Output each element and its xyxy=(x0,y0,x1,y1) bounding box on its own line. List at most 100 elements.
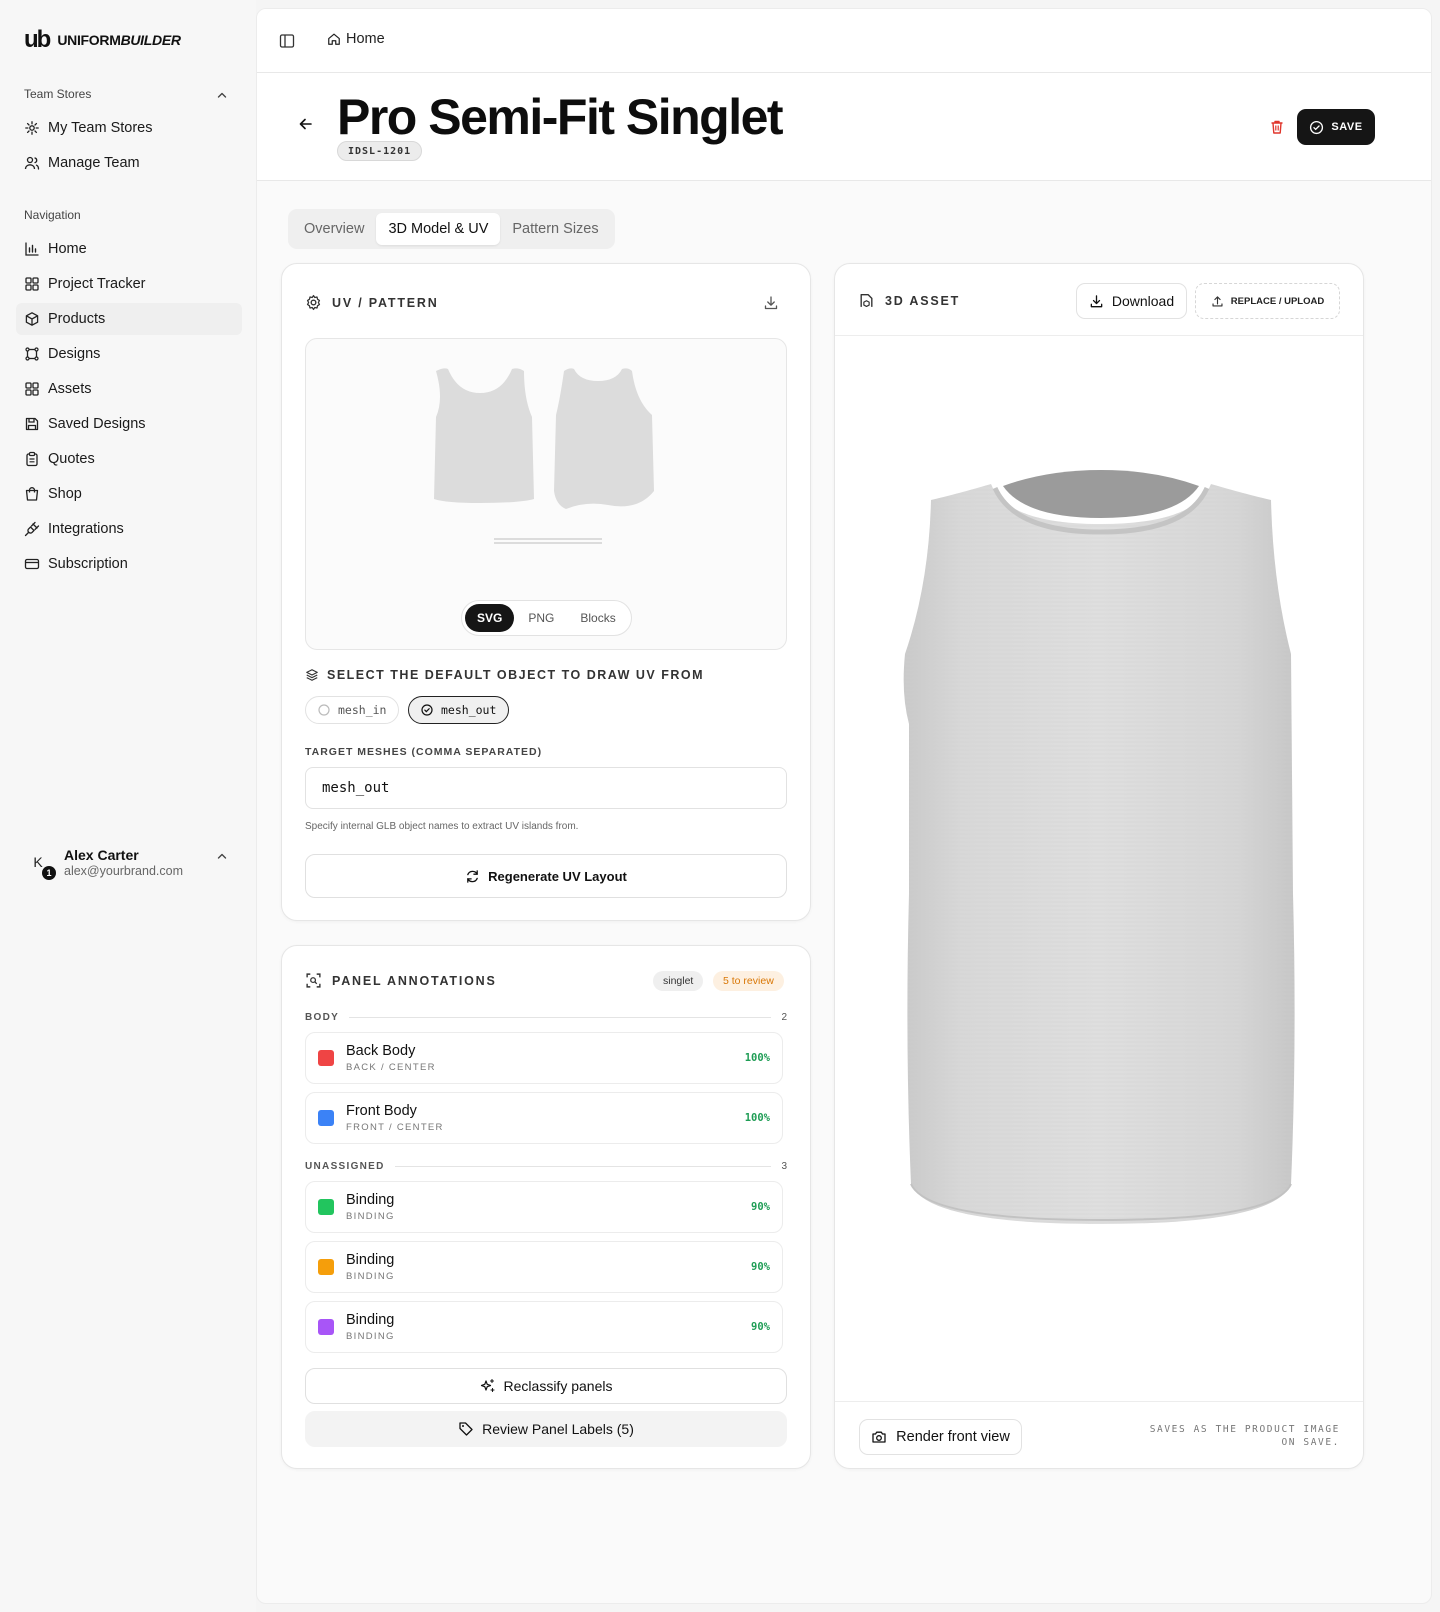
user-info: Alex Carter alex@yourbrand.com xyxy=(64,847,183,878)
sidebar-item-project-tracker[interactable]: Project Tracker xyxy=(16,268,242,300)
review-panel-labels-button[interactable]: Review Panel Labels (5) xyxy=(305,1411,787,1447)
download-icon xyxy=(1090,294,1103,307)
sidebar-item-designs[interactable]: Designs xyxy=(16,338,242,370)
annotation-placement: BINDING xyxy=(346,1211,395,1222)
sidebar-item-label: Designs xyxy=(48,346,101,362)
annotation-placement: BINDING xyxy=(346,1271,395,1282)
sidebar-item-my-team-stores[interactable]: My Team Stores xyxy=(16,112,242,144)
sidebar-item-manage-team[interactable]: Manage Team xyxy=(16,147,242,179)
reclassify-panels-button[interactable]: Reclassify panels xyxy=(305,1368,787,1404)
annotation-confidence: 90% xyxy=(751,1321,770,1333)
avatar-initial: K xyxy=(33,854,43,870)
color-swatch xyxy=(318,1199,334,1215)
save-icon xyxy=(25,417,39,431)
format-svg[interactable]: SVG xyxy=(465,604,515,632)
breadcrumb[interactable]: Home xyxy=(327,31,385,47)
annotation-confidence: 90% xyxy=(751,1201,770,1213)
sidebar-item-label: Manage Team xyxy=(48,155,140,171)
render-front-view-button[interactable]: Render front view xyxy=(859,1419,1022,1455)
refresh-icon xyxy=(467,869,478,883)
annotation-row[interactable]: Binding BINDING 90% xyxy=(305,1301,783,1353)
mesh-option-out[interactable]: mesh_out xyxy=(408,696,510,724)
upload-icon xyxy=(1212,295,1223,307)
3d-asset-footer: Render front view SAVES AS THE PRODUCT I… xyxy=(835,1401,1363,1468)
top-bar: Home xyxy=(257,9,1431,73)
breadcrumb-home: Home xyxy=(346,31,385,47)
download-button[interactable]: Download xyxy=(1076,283,1187,319)
sidebar-item-label: Assets xyxy=(48,381,92,397)
navigation-label: Navigation xyxy=(24,208,81,222)
sidebar-item-integrations[interactable]: Integrations xyxy=(16,513,242,545)
color-swatch xyxy=(318,1050,334,1066)
format-png[interactable]: PNG xyxy=(516,604,566,632)
format-blocks[interactable]: Blocks xyxy=(568,604,627,632)
main-panel: Home Pro Semi-Fit Singlet IDSL-1201 SAVE… xyxy=(256,8,1432,1604)
color-swatch xyxy=(318,1259,334,1275)
user-menu[interactable]: K 1 Alex Carter alex@yourbrand.com xyxy=(24,840,234,884)
annotation-name: Binding xyxy=(346,1252,395,1268)
select-object-label: SELECT THE DEFAULT OBJECT TO DRAW UV FRO… xyxy=(305,668,704,682)
render-note: SAVES AS THE PRODUCT IMAGE ON SAVE. xyxy=(1149,1424,1340,1448)
annotation-row[interactable]: Front Body FRONT / CENTER 100% xyxy=(305,1092,783,1144)
annotation-row[interactable]: Binding BINDING 90% xyxy=(305,1241,783,1293)
group-count: 3 xyxy=(781,1160,787,1172)
brand-logo[interactable]: ub UNIFORMBUILDER xyxy=(24,28,181,52)
brand-name-italic: BUILDER xyxy=(120,32,181,48)
check-circle-icon xyxy=(1310,120,1324,134)
group-name: UNASSIGNED xyxy=(305,1160,385,1172)
target-meshes-input[interactable]: mesh_out xyxy=(305,767,787,809)
render-front-view-label: Render front view xyxy=(896,1429,1010,1445)
gear-icon xyxy=(306,294,321,311)
sidebar-item-saved-designs[interactable]: Saved Designs xyxy=(16,408,242,440)
annotation-name: Binding xyxy=(346,1312,395,1328)
target-meshes-hint: Specify internal GLB object names to ext… xyxy=(305,821,579,832)
tab-overview[interactable]: Overview xyxy=(292,213,376,245)
download-icon[interactable] xyxy=(763,295,779,311)
save-button[interactable]: SAVE xyxy=(1297,109,1375,145)
select-object-text: SELECT THE DEFAULT OBJECT TO DRAW UV FRO… xyxy=(327,668,705,682)
regenerate-uv-label: Regenerate UV Layout xyxy=(488,868,627,884)
sidebar-item-shop[interactable]: Shop xyxy=(16,478,242,510)
user-email: alex@yourbrand.com xyxy=(64,863,183,878)
panel-annotations-card: PANEL ANNOTATIONS singlet 5 to review BO… xyxy=(281,945,811,1469)
uv-preview: SVG PNG Blocks xyxy=(305,338,787,650)
sidebar-item-label: Home xyxy=(48,241,87,257)
3d-asset-card: 3D ASSET Download REPLACE / UPLOAD Rende… xyxy=(834,263,1364,1469)
review-panel-labels-label: Review Panel Labels (5) xyxy=(482,1421,634,1437)
replace-upload-button[interactable]: REPLACE / UPLOAD xyxy=(1195,283,1340,319)
back-arrow-icon[interactable] xyxy=(297,115,315,133)
annotation-placement: BINDING xyxy=(346,1331,395,1342)
uv-pattern-title-text: UV / PATTERN xyxy=(332,295,439,310)
brand-mark: ub xyxy=(24,26,51,53)
sidebar-item-assets[interactable]: Assets xyxy=(16,373,242,405)
sku-badge: IDSL-1201 xyxy=(337,141,423,161)
sidebar-item-label: Quotes xyxy=(48,451,95,467)
sidebar-item-subscription[interactable]: Subscription xyxy=(16,548,242,580)
sidebar-item-label: Shop xyxy=(48,486,82,502)
sidebar-item-products[interactable]: Products xyxy=(16,303,242,335)
mesh-option-label: mesh_out xyxy=(441,703,497,717)
annotation-row[interactable]: Binding BINDING 90% xyxy=(305,1181,783,1233)
chevron-up-icon[interactable] xyxy=(216,89,228,101)
sidebar-item-quotes[interactable]: Quotes xyxy=(16,443,242,475)
tab-pattern-sizes[interactable]: Pattern Sizes xyxy=(500,213,610,245)
annotation-text: Back Body BACK / CENTER xyxy=(346,1043,436,1073)
tab-3d-model-uv[interactable]: 3D Model & UV xyxy=(376,213,501,245)
annotation-placement: BACK / CENTER xyxy=(346,1062,436,1073)
uv-layout-image xyxy=(434,368,654,544)
tab-bar: Overview 3D Model & UV Pattern Sizes xyxy=(288,209,615,249)
mesh-option-label: mesh_in xyxy=(338,703,387,717)
card-icon xyxy=(24,558,40,570)
sidebar-toggle-icon[interactable] xyxy=(279,33,295,49)
mesh-option-in[interactable]: mesh_in xyxy=(305,696,400,724)
regenerate-uv-button[interactable]: Regenerate UV Layout xyxy=(305,854,787,898)
sidebar-item-home[interactable]: Home xyxy=(16,233,242,265)
3d-asset-header: 3D ASSET Download REPLACE / UPLOAD xyxy=(835,264,1363,336)
trash-icon[interactable] xyxy=(1269,119,1285,135)
save-label: SAVE xyxy=(1331,121,1363,133)
chevron-up-icon[interactable] xyxy=(216,850,228,862)
annotation-row[interactable]: Back Body BACK / CENTER 100% xyxy=(305,1032,783,1084)
panel-annotations-title: PANEL ANNOTATIONS xyxy=(305,972,497,989)
group-name: BODY xyxy=(305,1011,340,1023)
color-swatch xyxy=(318,1319,334,1335)
